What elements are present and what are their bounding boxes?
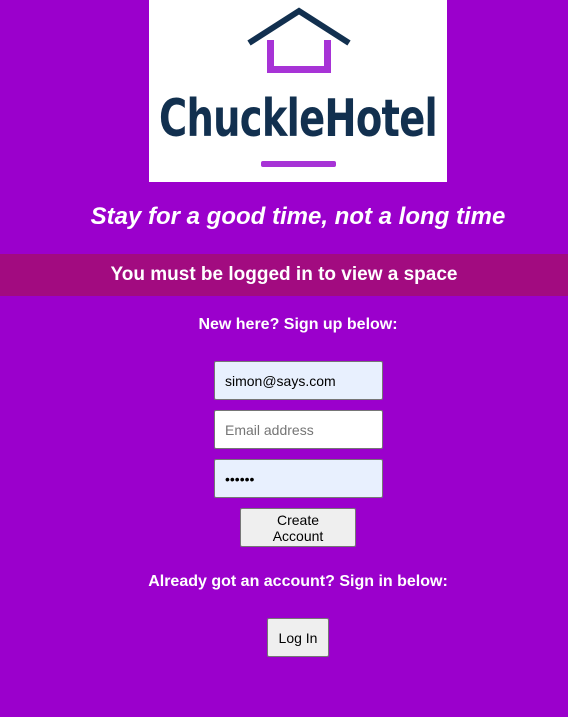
house-icon: [247, 7, 351, 73]
tagline: Stay for a good time, not a long time: [90, 203, 506, 230]
login-heading: Already got an account? Sign in below:: [148, 573, 448, 590]
username-field[interactable]: [214, 361, 383, 400]
password-field[interactable]: [214, 459, 383, 498]
create-account-button[interactable]: Create Account: [240, 508, 356, 547]
logo: ChuckleHotel: [149, 0, 447, 182]
log-in-button[interactable]: Log In: [267, 618, 329, 657]
login-required-banner: You must be logged in to view a space: [0, 254, 568, 296]
signup-heading: New here? Sign up below:: [198, 316, 398, 333]
logo-graphic: ChuckleHotel: [159, 7, 438, 167]
email-field[interactable]: [214, 410, 383, 449]
brand-name: ChuckleHotel: [159, 89, 437, 149]
logo-underline: [261, 161, 336, 167]
